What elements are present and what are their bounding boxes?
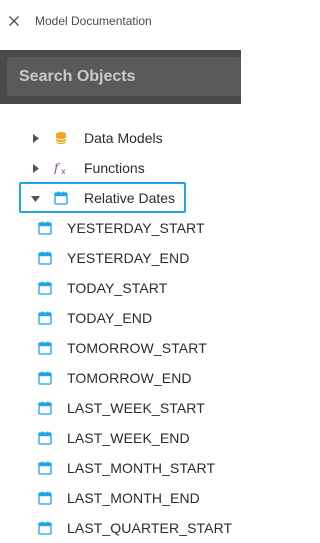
close-icon[interactable] (6, 13, 22, 29)
calendar-icon (38, 281, 52, 295)
tree-leaf-label: LAST_MONTH_END (67, 490, 200, 506)
calendar-icon (38, 401, 52, 415)
tree-item-label: Functions (84, 160, 145, 176)
tree-leaf-label: YESTERDAY_START (67, 220, 205, 236)
tree-leaf-item[interactable]: TODAY_END (0, 303, 241, 333)
tree-leaf-item[interactable]: LAST_WEEK_END (0, 423, 241, 453)
svg-text:f: f (54, 161, 61, 175)
tree-leaf-item[interactable]: LAST_QUARTER_START (0, 513, 241, 543)
function-icon: f x (53, 161, 68, 176)
tree-leaf-item[interactable]: LAST_WEEK_START (0, 393, 241, 423)
svg-text:x: x (61, 167, 66, 175)
tree-leaf-label: YESTERDAY_END (67, 250, 190, 266)
tree-leaf-label: TOMORROW_END (67, 370, 192, 386)
tree-leaf-label: LAST_WEEK_START (67, 400, 205, 416)
tree-leaf-label: TODAY_START (67, 280, 168, 296)
tree-leaf-label: LAST_WEEK_END (67, 430, 190, 446)
database-icon (54, 131, 68, 145)
caret-down-icon[interactable] (30, 194, 40, 204)
tree-leaf-item[interactable]: TOMORROW_END (0, 363, 241, 393)
tree-item-label: Data Models (84, 130, 163, 146)
panel-title: Model Documentation (35, 14, 152, 28)
tree-leaf-label: TODAY_END (67, 310, 153, 326)
calendar-icon (38, 461, 52, 475)
tree-leaf-item[interactable]: LAST_MONTH_END (0, 483, 241, 513)
calendar-icon (38, 371, 52, 385)
calendar-icon (38, 431, 52, 445)
tree-leaf-label: LAST_QUARTER_START (67, 520, 233, 536)
tree-item-functions[interactable]: f x Functions (0, 153, 241, 183)
tree-leaf-label: TOMORROW_START (67, 340, 207, 356)
caret-right-icon[interactable] (31, 163, 41, 173)
calendar-icon (38, 341, 52, 355)
header-bar: Model Documentation (0, 0, 241, 44)
tree-leaf-item[interactable]: LAST_MONTH_START (0, 453, 241, 483)
calendar-icon (38, 221, 52, 235)
tree-item-data-models[interactable]: Data Models (0, 123, 241, 153)
calendar-icon (38, 521, 52, 535)
search-bar (0, 50, 241, 104)
calendar-icon (38, 491, 52, 505)
tree-leaf-item[interactable]: YESTERDAY_END (0, 243, 241, 273)
calendar-icon (38, 311, 52, 325)
calendar-icon (38, 251, 52, 265)
tree-item-relative-dates[interactable]: Relative Dates (0, 183, 241, 213)
tree-leaf-label: LAST_MONTH_START (67, 460, 216, 476)
search-input[interactable] (19, 67, 219, 86)
tree-leaf-item[interactable]: TOMORROW_START (0, 333, 241, 363)
tree-leaf-item[interactable]: YESTERDAY_START (0, 213, 241, 243)
tree-item-label: Relative Dates (84, 190, 176, 206)
caret-right-icon[interactable] (31, 133, 41, 143)
calendar-icon (54, 191, 68, 205)
tree-leaf-item[interactable]: TODAY_START (0, 273, 241, 303)
search-box[interactable] (7, 57, 241, 96)
